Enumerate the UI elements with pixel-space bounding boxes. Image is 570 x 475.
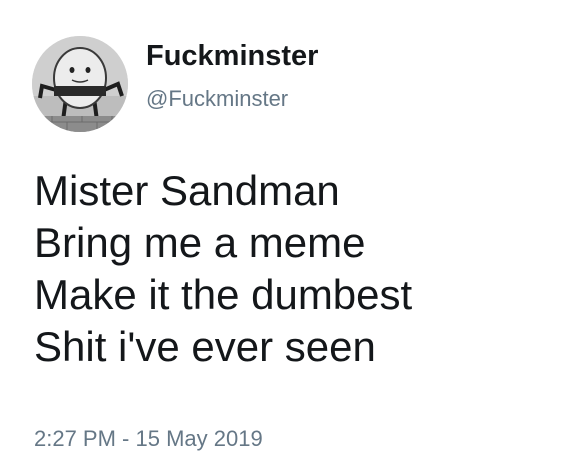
tweet-line: Shit i've ever seen: [34, 323, 376, 370]
tweet-card: Fuckminster @Fuckminster Mister Sandman …: [0, 0, 570, 475]
user-handle[interactable]: @Fuckminster: [146, 86, 288, 112]
tweet-line: Make it the dumbest: [34, 271, 413, 318]
user-avatar[interactable]: [32, 36, 128, 132]
humpty-dumpty-avatar-icon: [32, 36, 128, 132]
tweet-timestamp[interactable]: 2:27 PM - 15 May 2019: [34, 426, 263, 452]
tweet-line: Bring me a meme: [34, 219, 366, 266]
display-name[interactable]: Fuckminster: [146, 40, 318, 73]
tweet-text: Mister Sandman Bring me a meme Make it t…: [34, 165, 564, 373]
tweet-line: Mister Sandman: [34, 167, 340, 214]
